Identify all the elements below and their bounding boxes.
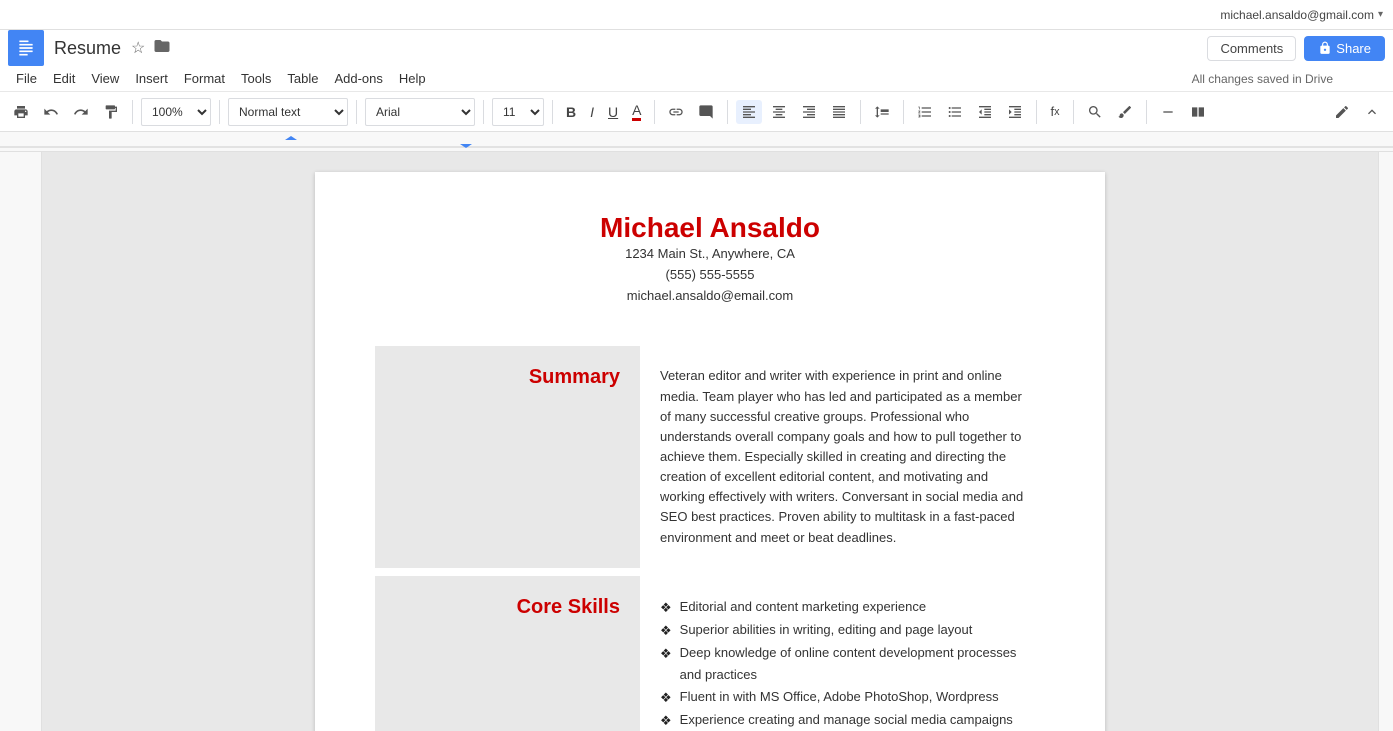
separator-5 bbox=[552, 100, 553, 124]
title-bar: Resume ☆ Comments Share bbox=[0, 30, 1393, 66]
title-right: Comments Share bbox=[1207, 36, 1385, 61]
skills-content: ❖Editorial and content marketing experie… bbox=[640, 576, 1045, 731]
menu-edit[interactable]: Edit bbox=[45, 69, 83, 88]
text-color-button[interactable]: A bbox=[627, 98, 646, 125]
bullet-list-button[interactable] bbox=[942, 100, 968, 124]
size-select[interactable]: 11 10 12 14 18 bbox=[492, 98, 544, 126]
bold-button[interactable]: B bbox=[561, 100, 581, 124]
skills-section: Core Skills ❖Editorial and content marke… bbox=[375, 576, 1045, 731]
menu-bar: File Edit View Insert Format Tools Table… bbox=[0, 66, 1393, 92]
skill-item: ❖Fluent in with MS Office, Adobe PhotoSh… bbox=[660, 686, 1035, 709]
doc-area[interactable]: Michael Ansaldo 1234 Main St., Anywhere,… bbox=[42, 152, 1378, 731]
toolbar: 100% 75% 125% 150% Normal text Heading 1… bbox=[0, 92, 1393, 132]
undo-button[interactable] bbox=[38, 100, 64, 124]
align-left-button[interactable] bbox=[736, 100, 762, 124]
link-button[interactable] bbox=[663, 100, 689, 124]
align-center-button[interactable] bbox=[766, 100, 792, 124]
share-label: Share bbox=[1336, 41, 1371, 56]
ruler bbox=[0, 132, 1393, 152]
menu-tools[interactable]: Tools bbox=[233, 69, 279, 88]
skills-label-box: Core Skills bbox=[375, 576, 640, 731]
underline-button[interactable]: U bbox=[603, 100, 623, 124]
summary-content: Veteran editor and writer with experienc… bbox=[640, 346, 1045, 567]
email-dropdown-icon[interactable]: ▾ bbox=[1378, 9, 1383, 20]
separator-4 bbox=[483, 100, 484, 124]
separator-11 bbox=[1073, 100, 1074, 124]
right-sidebar bbox=[1378, 152, 1393, 731]
candidate-address: 1234 Main St., Anywhere, CA bbox=[375, 244, 1045, 265]
menu-view[interactable]: View bbox=[83, 69, 127, 88]
pen-color-button[interactable] bbox=[1112, 100, 1138, 124]
menu-help[interactable]: Help bbox=[391, 69, 434, 88]
line-spacing-button[interactable] bbox=[869, 100, 895, 124]
separator-2 bbox=[219, 100, 220, 124]
skill-bullet: ❖ bbox=[660, 710, 672, 731]
summary-label-box: Summary bbox=[375, 346, 640, 567]
menu-format[interactable]: Format bbox=[176, 69, 233, 88]
zoom-select[interactable]: 100% 75% 125% 150% bbox=[141, 98, 211, 126]
formula-button[interactable]: fx bbox=[1045, 100, 1064, 123]
summary-label: Summary bbox=[529, 366, 620, 389]
skill-item: ❖Deep knowledge of online content develo… bbox=[660, 642, 1035, 686]
decrease-indent-button[interactable] bbox=[972, 100, 998, 124]
separator-8 bbox=[860, 100, 861, 124]
collapse-toolbar-button[interactable] bbox=[1359, 100, 1385, 124]
separator-6 bbox=[654, 100, 655, 124]
separator-7 bbox=[727, 100, 728, 124]
menu-file[interactable]: File bbox=[8, 69, 45, 88]
highlight-button[interactable] bbox=[1082, 100, 1108, 124]
candidate-email: michael.ansaldo@email.com bbox=[375, 286, 1045, 307]
document-page: Michael Ansaldo 1234 Main St., Anywhere,… bbox=[315, 172, 1105, 731]
candidate-phone: (555) 555-5555 bbox=[375, 265, 1045, 286]
skill-bullet: ❖ bbox=[660, 620, 672, 642]
menu-table[interactable]: Table bbox=[279, 69, 326, 88]
separator-3 bbox=[356, 100, 357, 124]
top-bar: michael.ansaldo@gmail.com ▾ bbox=[0, 0, 1393, 30]
left-sidebar bbox=[0, 152, 42, 731]
print-button[interactable] bbox=[8, 100, 34, 124]
style-select[interactable]: Normal text Heading 1 Heading 2 Title bbox=[228, 98, 348, 126]
comment-button[interactable] bbox=[693, 100, 719, 124]
separator-9 bbox=[903, 100, 904, 124]
share-button[interactable]: Share bbox=[1304, 36, 1385, 61]
separator-12 bbox=[1146, 100, 1147, 124]
candidate-name: Michael Ansaldo bbox=[375, 212, 1045, 244]
doc-title[interactable]: Resume bbox=[54, 38, 121, 59]
doc-header: Michael Ansaldo 1234 Main St., Anywhere,… bbox=[375, 212, 1045, 306]
skill-bullet: ❖ bbox=[660, 687, 672, 709]
align-right-button[interactable] bbox=[796, 100, 822, 124]
numbered-list-button[interactable] bbox=[912, 100, 938, 124]
app-icon bbox=[8, 30, 44, 66]
summary-section: Summary Veteran editor and writer with e… bbox=[375, 346, 1045, 567]
font-select[interactable]: Arial Times New Roman Verdana bbox=[365, 98, 475, 126]
save-status: All changes saved in Drive bbox=[1192, 72, 1333, 86]
separator-10 bbox=[1036, 100, 1037, 124]
user-email: michael.ansaldo@gmail.com bbox=[1220, 8, 1374, 22]
menu-addons[interactable]: Add-ons bbox=[326, 69, 390, 88]
skill-bullet: ❖ bbox=[660, 597, 672, 619]
horizontal-line-button[interactable] bbox=[1155, 100, 1181, 124]
increase-indent-button[interactable] bbox=[1002, 100, 1028, 124]
skill-item: ❖Editorial and content marketing experie… bbox=[660, 596, 1035, 619]
menu-insert[interactable]: Insert bbox=[127, 69, 176, 88]
italic-button[interactable]: I bbox=[585, 100, 599, 124]
folder-icon[interactable] bbox=[153, 37, 171, 60]
skill-item: ❖Experience creating and manage social m… bbox=[660, 709, 1035, 731]
separator-1 bbox=[132, 100, 133, 124]
column-button[interactable] bbox=[1185, 100, 1211, 124]
redo-button[interactable] bbox=[68, 100, 94, 124]
skill-bullet: ❖ bbox=[660, 643, 672, 665]
skills-label: Core Skills bbox=[517, 596, 620, 619]
drawing-button[interactable] bbox=[1329, 100, 1355, 124]
main-area: Michael Ansaldo 1234 Main St., Anywhere,… bbox=[0, 152, 1393, 731]
paint-format-button[interactable] bbox=[98, 100, 124, 124]
skill-item: ❖Superior abilities in writing, editing … bbox=[660, 619, 1035, 642]
comments-button[interactable]: Comments bbox=[1207, 36, 1296, 61]
justify-button[interactable] bbox=[826, 100, 852, 124]
star-icon[interactable]: ☆ bbox=[131, 38, 145, 58]
